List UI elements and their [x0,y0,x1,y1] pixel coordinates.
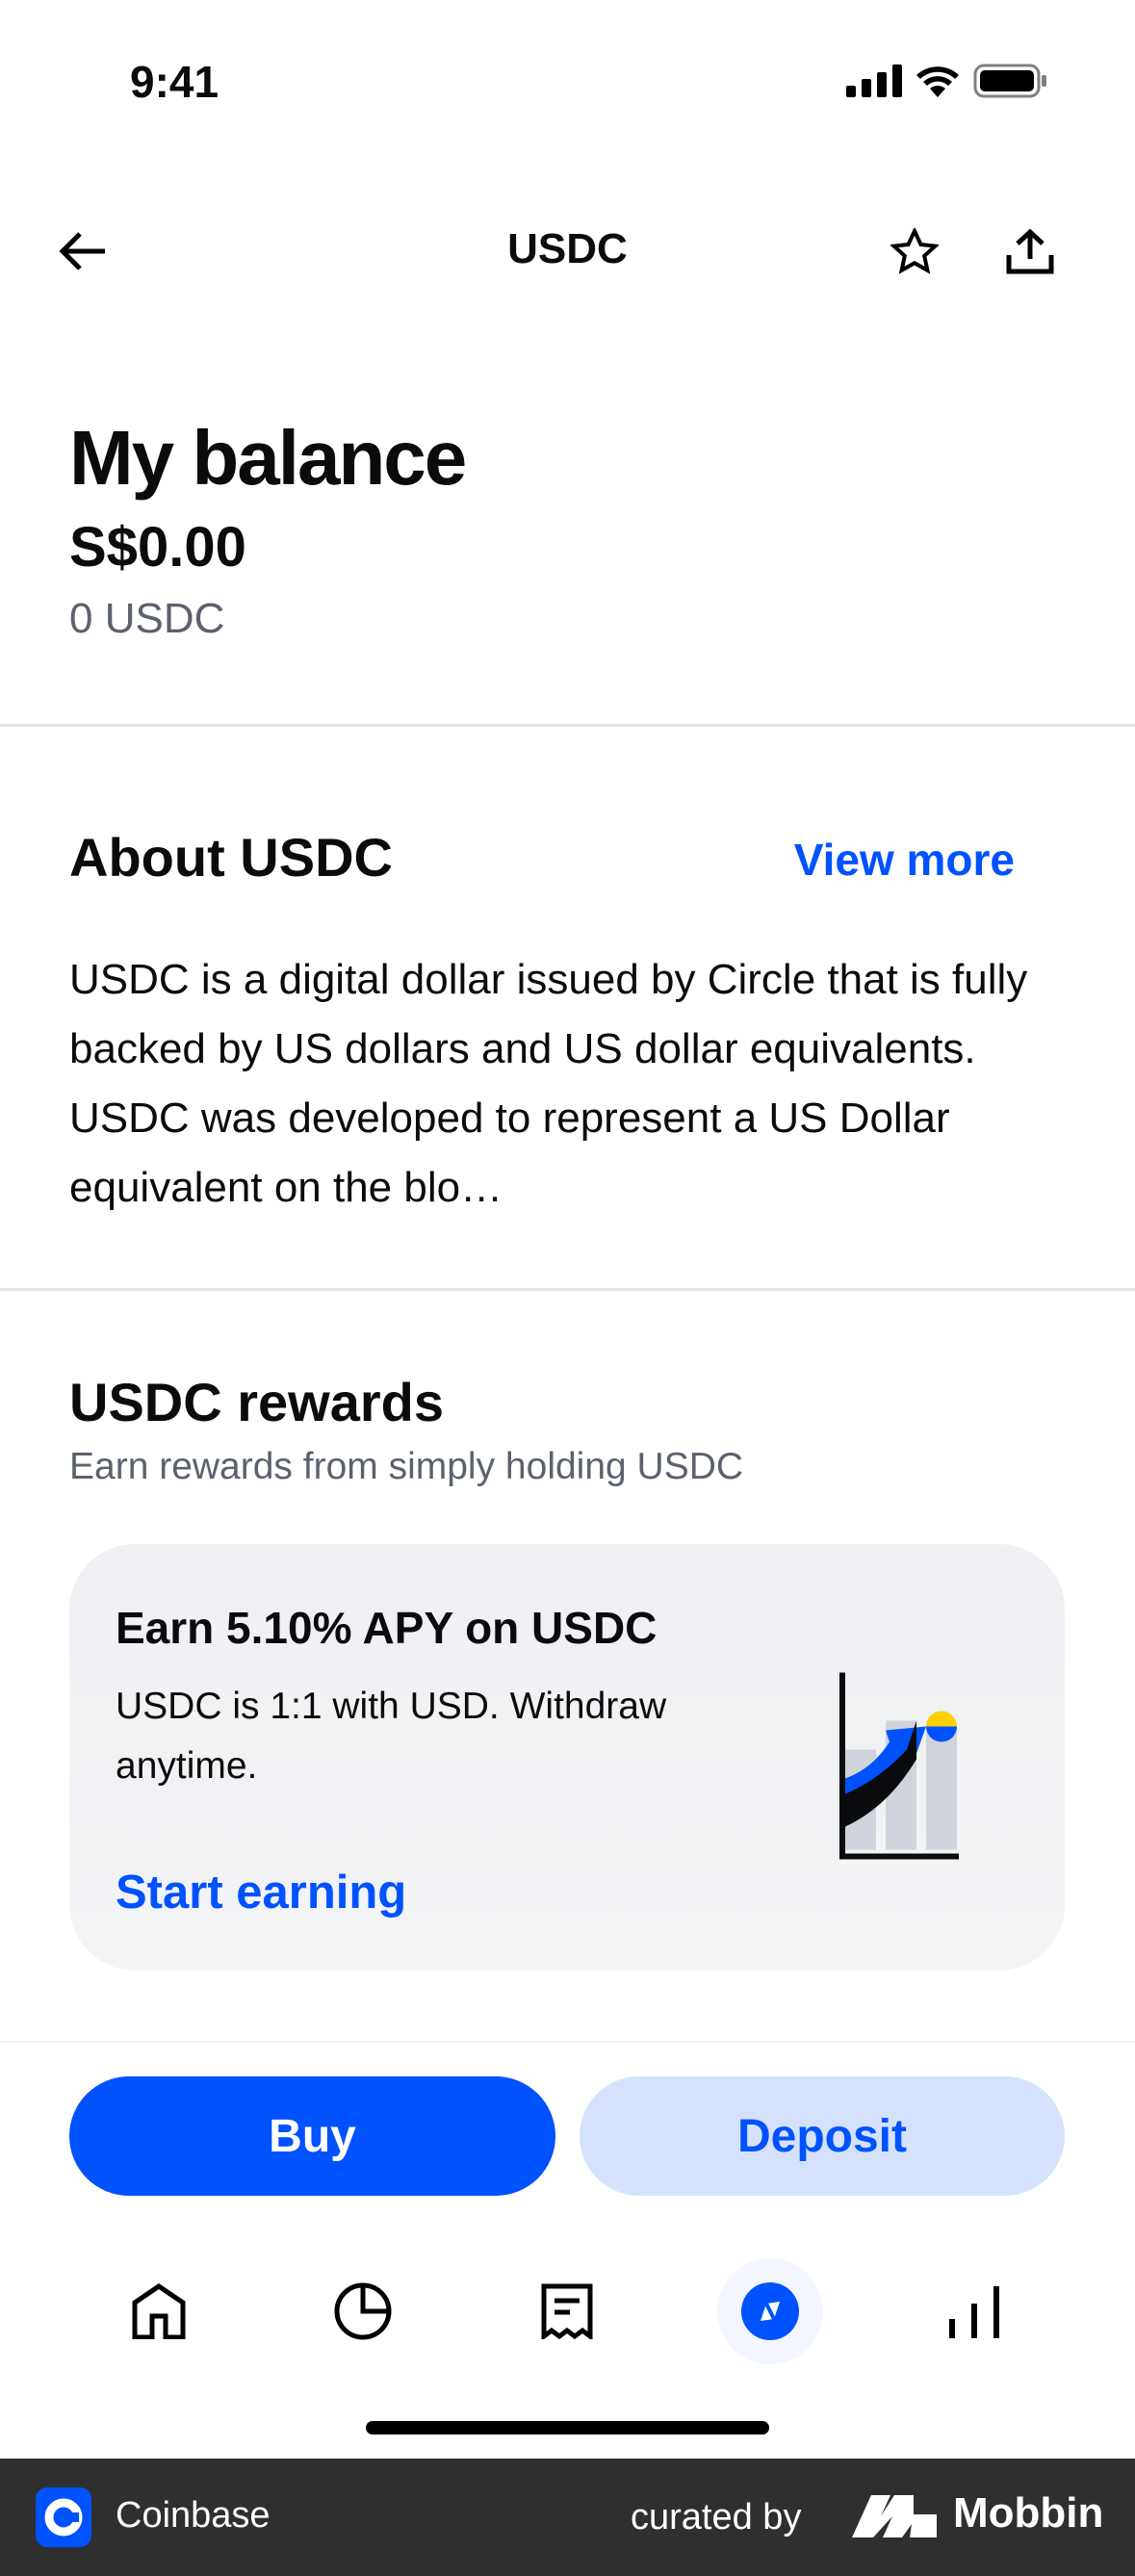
favorite-button[interactable] [876,213,953,290]
status-icons [846,64,1048,98]
mobbin-brand: Mobbin [953,2489,1104,2537]
divider [0,1288,1135,1291]
rewards-subtitle: Earn rewards from simply holding USDC [69,1446,744,1487]
rewards-card[interactable]: Earn 5.10% APY on USDC USDC is 1:1 with … [69,1544,1065,1971]
buy-button[interactable]: Buy [69,2076,555,2196]
app-name: Coinbase [116,2495,271,2536]
curated-by-label: curated by [631,2497,802,2537]
tab-portfolio[interactable] [310,2258,416,2364]
balance-crypto: 0 USDC [69,595,225,642]
tab-transactions[interactable] [514,2258,620,2364]
trade-icon [949,2286,999,2338]
coinbase-logo-icon [36,2487,91,2547]
home-indicator [366,2421,769,2434]
rewards-card-title: Earn 5.10% APY on USDC [116,1603,658,1653]
mobbin-logo-icon [852,2495,937,2537]
battery-icon [973,64,1046,98]
about-text: USDC is a digital dollar issued by Circl… [69,956,1028,1211]
footer-bar: Coinbase curated by Mobbin [0,2459,1135,2576]
portfolio-icon [334,2282,392,2340]
tab-explore[interactable] [717,2258,823,2364]
start-earning-link[interactable]: Start earning [116,1866,406,1919]
explore-icon [741,2282,799,2340]
divider [0,2041,1135,2043]
page-title: USDC [507,225,628,272]
home-icon [132,2283,186,2339]
transactions-icon [541,2283,593,2339]
view-more-link[interactable]: View more [794,834,1015,886]
divider [0,724,1135,727]
rewards-card-text: USDC is 1:1 with USD. Withdraw anytime. [116,1686,667,1787]
status-time: 9:41 [130,57,219,107]
rewards-title: USDC rewards [69,1372,445,1432]
about-title: About USDC [69,827,393,888]
wifi-icon [916,66,959,97]
deposit-button[interactable]: Deposit [580,2076,1065,2196]
signal-icon [846,64,902,97]
star-icon [890,228,939,274]
share-icon [1006,228,1054,274]
growth-chart-illustration [839,1672,959,1860]
balance-heading: My balance [69,415,467,501]
tab-trade[interactable] [921,2258,1027,2364]
tab-home[interactable] [106,2258,212,2364]
share-button[interactable] [992,213,1069,290]
balance-fiat: S$0.00 [69,516,246,579]
